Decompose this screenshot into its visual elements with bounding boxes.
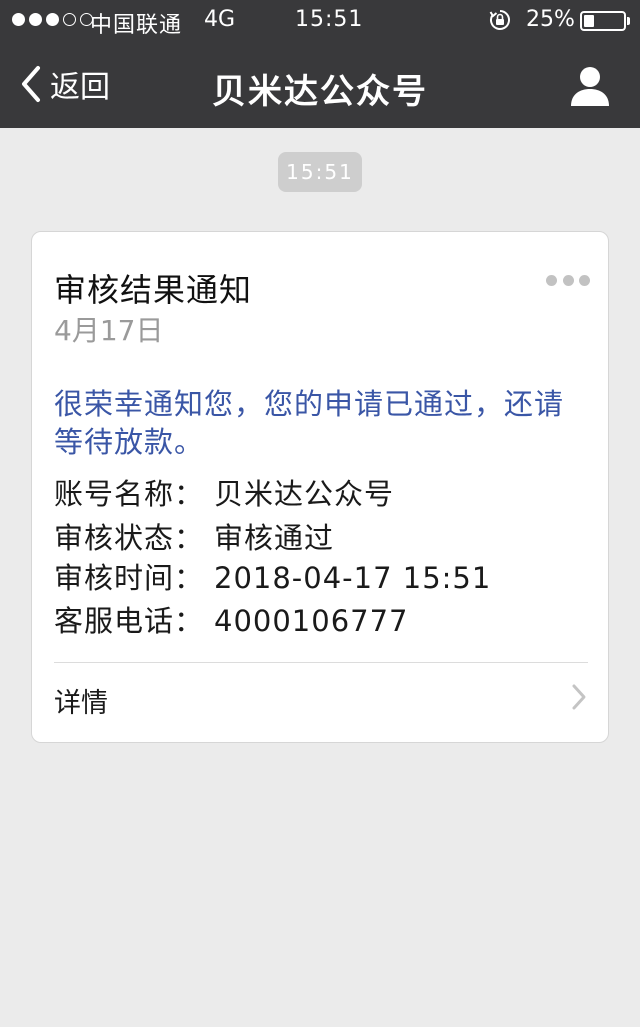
nav-bar: 返回 贝米达公众号 bbox=[0, 40, 640, 128]
status-bar: 中国联通 4G 15:51 25% bbox=[0, 0, 640, 40]
signal-strength-icon bbox=[12, 13, 93, 26]
message-timestamp: 15:51 bbox=[278, 152, 362, 192]
more-dot bbox=[579, 274, 590, 286]
signal-dot bbox=[29, 13, 42, 26]
rotation-lock-icon bbox=[489, 10, 510, 30]
battery-level-fill bbox=[584, 15, 594, 27]
field-label: 审核时间： bbox=[54, 561, 205, 595]
more-dots-icon[interactable] bbox=[546, 272, 590, 288]
field-review-status: 审核状态： 审核通过 bbox=[54, 515, 334, 557]
field-value[interactable]: 4000106777 bbox=[214, 604, 409, 638]
field-review-time: 审核时间： 2018-04-17 15:51 bbox=[54, 555, 491, 597]
network-type: 4G bbox=[204, 7, 236, 32]
notification-card: 审核结果通知 4月17日 很荣幸通知您，您的申请已通过，还请等待放款。 账号名称… bbox=[31, 231, 609, 743]
field-label: 客服电话： bbox=[54, 604, 205, 638]
card-intro-text: 很荣幸通知您，您的申请已通过，还请等待放款。 bbox=[54, 387, 565, 459]
app-header: 中国联通 4G 15:51 25% 返回 贝米达公众号 bbox=[0, 0, 640, 128]
status-time: 15:51 bbox=[295, 7, 364, 32]
field-label: 账号名称： bbox=[54, 477, 205, 511]
field-label: 审核状态： bbox=[54, 521, 205, 555]
field-service-phone: 客服电话： 4000106777 bbox=[54, 598, 409, 640]
more-dot bbox=[562, 274, 574, 286]
more-dot bbox=[546, 274, 557, 286]
signal-dot bbox=[63, 13, 76, 26]
page-title: 贝米达公众号 bbox=[212, 72, 428, 112]
field-value: 审核通过 bbox=[214, 521, 335, 555]
field-value: 2018-04-17 15:51 bbox=[214, 561, 492, 595]
card-date: 4月17日 bbox=[54, 314, 164, 347]
signal-dot bbox=[12, 13, 25, 26]
field-account-name: 账号名称： 贝米达公众号 bbox=[54, 471, 394, 513]
battery-percentage: 25% bbox=[526, 7, 575, 32]
chevron-right-icon bbox=[572, 684, 586, 710]
signal-dot bbox=[46, 13, 59, 26]
field-value: 贝米达公众号 bbox=[214, 477, 395, 511]
details-link[interactable]: 详情 bbox=[32, 663, 608, 743]
card-title: 审核结果通知 bbox=[54, 271, 253, 309]
details-label: 详情 bbox=[54, 688, 108, 719]
battery-icon bbox=[580, 11, 630, 31]
carrier-name: 中国联通 bbox=[90, 13, 183, 38]
person-icon[interactable] bbox=[568, 64, 612, 108]
